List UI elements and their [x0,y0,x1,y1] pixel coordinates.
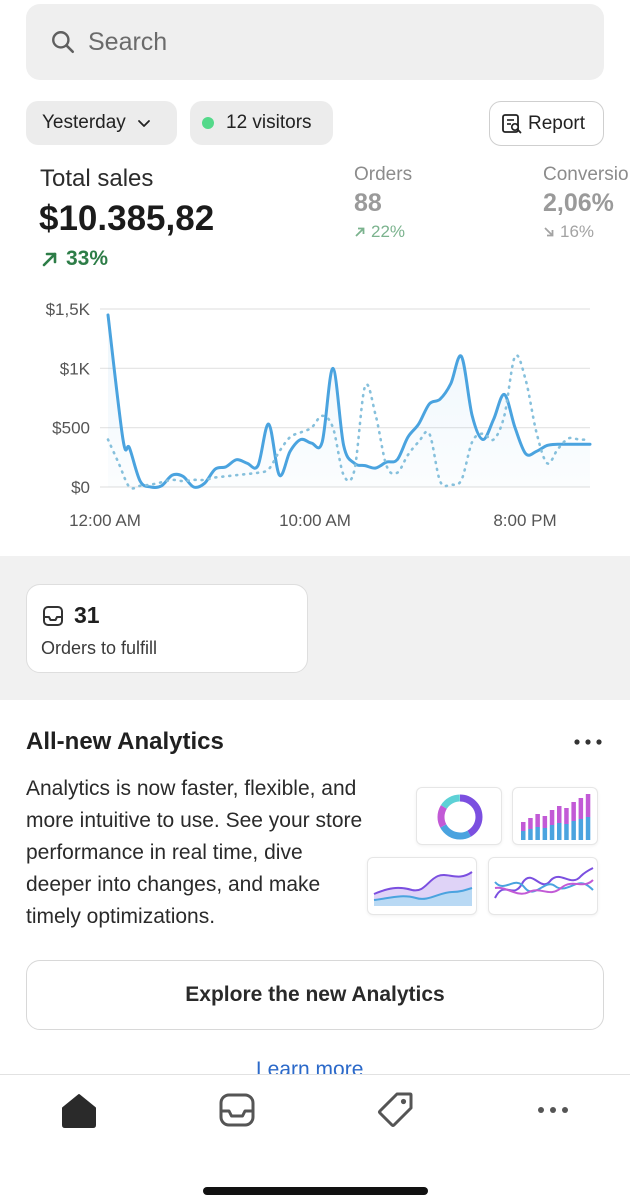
tag-icon[interactable] [375,1090,415,1130]
orders-to-fulfill-label: Orders to fulfill [41,638,158,658]
analytics-promo-title: All-new Analytics [26,728,224,755]
report-button[interactable]: Report [489,101,604,146]
conversion-value: 2,06% [543,189,614,217]
arrow-up-right-icon [355,227,365,237]
thumb-bar-top [564,808,569,824]
x-tick-label: 8:00 PM [493,511,556,530]
orders-change: 22% [354,222,412,242]
date-range-label: Yesterday [42,112,126,133]
analytics-promo-text: Analytics is now faster, flexible, and m… [26,777,363,928]
thumb-bar-top [571,802,576,821]
explore-analytics-button[interactable]: Explore the new Analytics [26,960,604,1030]
x-tick-label: 10:00 AM [279,511,351,530]
conversion-change-value: 16% [560,222,595,241]
thumb-bar-bottom [564,824,569,840]
thumb-bar-top [557,806,562,823]
thumb-bar-top [535,814,540,827]
search-placeholder: Search [88,27,168,56]
home-icon[interactable] [59,1090,99,1130]
thumb-bar-bottom [549,825,555,840]
y-tick-label: $1K [60,359,91,378]
orders-metric[interactable]: Orders 88 22% [354,164,412,242]
learn-more-link[interactable]: Learn more [256,1058,363,1074]
total-sales-change-value: 33% [66,247,109,270]
bar-chart-thumbnail [512,787,598,845]
thumb-bar-top [528,818,533,829]
thumb-bar-top [578,798,584,819]
inbox-icon[interactable] [217,1090,257,1130]
arrow-up-right-icon [42,252,57,267]
orders-value: 88 [354,189,382,217]
total-sales-label: Total sales [40,165,154,192]
donut-chart-thumbnail [416,787,502,845]
live-status-dot [202,117,214,129]
search-input[interactable]: Search [26,4,604,80]
thumb-bar-bottom [521,831,526,840]
chevron-down-icon [137,120,150,127]
thumb-bar-bottom [585,817,591,840]
y-tick-label: $1,5K [46,300,91,319]
thumb-bar-bottom [557,823,562,840]
thumb-bar-bottom [571,821,576,840]
search-icon [52,31,75,54]
thumb-bar-top [542,816,548,828]
thumb-bar-bottom [578,819,584,840]
orders-change-value: 22% [371,222,406,241]
thumb-bar-top [521,822,526,831]
report-label: Report [528,112,586,134]
thumb-bar-bottom [535,827,540,840]
orders-label: Orders [354,164,413,185]
orders-to-fulfill-card[interactable]: 31 Orders to fulfill [26,584,308,673]
more-icon[interactable] [533,1090,573,1130]
report-search-icon [502,113,522,133]
home-indicator [203,1187,428,1195]
thumb-bar-bottom [542,828,548,840]
inbox-icon [43,606,63,626]
conversion-label: Conversio [543,164,629,185]
arrow-down-right-icon [544,227,554,237]
thumb-bar-top [585,794,591,817]
visitors-label: 12 visitors [226,112,312,133]
y-tick-label: $500 [52,419,90,438]
thumb-bar-top [549,810,555,825]
conversion-change: 16% [543,222,629,242]
multi-line-chart-thumbnail [488,857,598,915]
x-tick-label: 12:00 AM [69,511,141,530]
date-range-dropdown[interactable]: Yesterday [26,101,177,145]
y-tick-label: $0 [71,478,90,497]
live-visitors-chip[interactable]: 12 visitors [190,101,333,145]
sales-line-chart[interactable]: $1,5K $1K $500 $0 12:00 AM 10:00 AM 8:00 PM [0,290,630,540]
conversion-metric[interactable]: Conversio 2,06% 16% [543,164,629,242]
series-area-fill [108,314,590,488]
area-chart-thumbnail [367,857,477,915]
more-options-icon[interactable] [572,734,604,750]
total-sales-change: 33% [40,247,108,271]
learn-more-link-container: Learn more [0,1058,630,1074]
orders-to-fulfill-count: 31 [74,602,100,628]
total-sales-value: $10.385,82 [39,199,215,238]
thumb-bar-bottom [528,829,533,840]
